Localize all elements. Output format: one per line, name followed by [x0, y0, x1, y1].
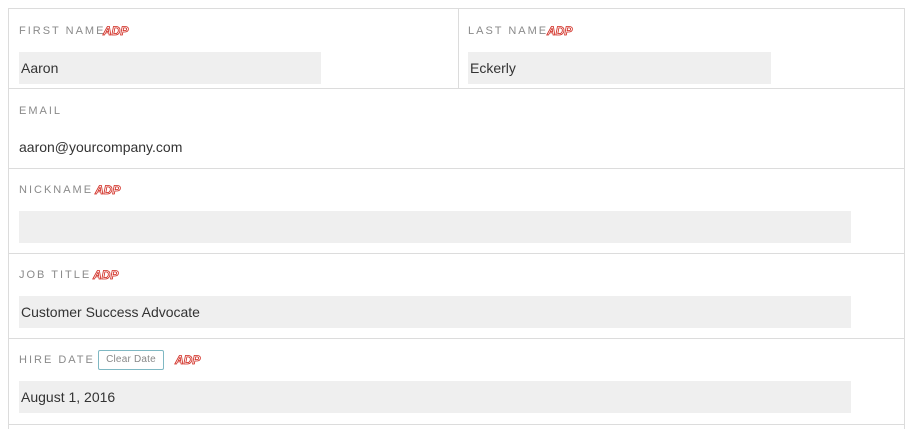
email-label: EMAIL [19, 105, 63, 117]
svg-text:ADP: ADP [92, 268, 119, 282]
adp-logo-icon: ADP [92, 268, 120, 282]
job-title-field[interactable]: Customer Success Advocate [19, 296, 851, 328]
first-name-cell: FIRST NAME ADP Aaron [9, 9, 459, 88]
employee-profile-form: FIRST NAME ADP Aaron LAST NAME ADP Ecker… [8, 8, 905, 429]
last-name-cell: LAST NAME ADP Eckerly [458, 9, 904, 88]
nickname-field[interactable] [19, 211, 851, 243]
email-value: aaron@yourcompany.com [19, 139, 183, 155]
adp-logo-icon: ADP [174, 353, 202, 367]
hire-date-label: HIRE DATE [19, 354, 95, 366]
adp-logo-icon: ADP [102, 24, 130, 38]
first-name-field[interactable]: Aaron [19, 52, 321, 84]
svg-text:ADP: ADP [546, 24, 573, 38]
adp-logo-icon: ADP [546, 24, 574, 38]
job-title-label: JOB TITLE [19, 269, 92, 281]
last-name-label: LAST NAME [468, 25, 549, 37]
hire-date-row: HIRE DATE Clear Date ADP August 1, 2016 [9, 339, 904, 425]
svg-text:ADP: ADP [174, 353, 201, 367]
job-title-row: JOB TITLE ADP Customer Success Advocate [9, 254, 904, 339]
nickname-label: NICKNAME [19, 184, 94, 196]
clear-date-button[interactable]: Clear Date [98, 350, 164, 370]
first-name-label: FIRST NAME [19, 25, 106, 37]
name-row: FIRST NAME ADP Aaron LAST NAME ADP Ecker… [9, 9, 904, 89]
email-row: EMAIL aaron@yourcompany.com [9, 89, 904, 169]
last-name-field[interactable]: Eckerly [468, 52, 771, 84]
adp-logo-icon: ADP [94, 183, 122, 197]
hire-date-field[interactable]: August 1, 2016 [19, 381, 851, 413]
svg-text:ADP: ADP [94, 183, 121, 197]
svg-text:ADP: ADP [102, 24, 129, 38]
nickname-row: NICKNAME ADP [9, 169, 904, 254]
